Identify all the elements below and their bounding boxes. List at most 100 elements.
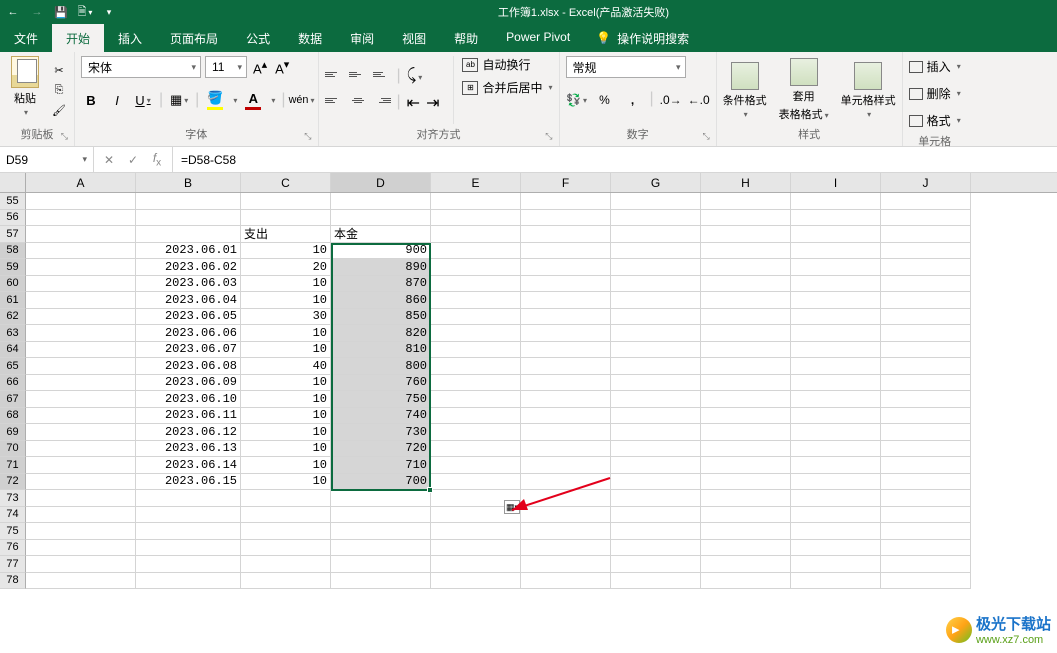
cell-I75[interactable]: [791, 523, 881, 540]
cell-C74[interactable]: [241, 507, 331, 524]
cell-C63[interactable]: 10: [241, 325, 331, 342]
cell-C65[interactable]: 40: [241, 358, 331, 375]
cell-G64[interactable]: [611, 342, 701, 359]
cell-C70[interactable]: 10: [241, 441, 331, 458]
cell-F65[interactable]: [521, 358, 611, 375]
cell-J65[interactable]: [881, 358, 971, 375]
cell-F63[interactable]: [521, 325, 611, 342]
cell-E70[interactable]: [431, 441, 521, 458]
arrow-left-icon[interactable]: ←: [6, 5, 20, 19]
cell-G78[interactable]: [611, 573, 701, 590]
cell-B61[interactable]: 2023.06.04: [136, 292, 241, 309]
cell-I70[interactable]: [791, 441, 881, 458]
cell-B71[interactable]: 2023.06.14: [136, 457, 241, 474]
cell-J62[interactable]: [881, 309, 971, 326]
cell-F61[interactable]: [521, 292, 611, 309]
cell-A73[interactable]: [26, 490, 136, 507]
cut-button[interactable]: ✂: [50, 62, 68, 78]
cell-J68[interactable]: [881, 408, 971, 425]
cell-A71[interactable]: [26, 457, 136, 474]
cell-J57[interactable]: [881, 226, 971, 243]
save-icon[interactable]: 💾: [54, 5, 68, 19]
decrease-indent-button[interactable]: ⇤: [407, 93, 420, 113]
row-header-73[interactable]: 73: [0, 490, 26, 507]
cell-A68[interactable]: [26, 408, 136, 425]
cell-D72[interactable]: 700: [331, 474, 431, 491]
cell-J64[interactable]: [881, 342, 971, 359]
cell-H73[interactable]: [701, 490, 791, 507]
cell-B55[interactable]: [136, 193, 241, 210]
cell-I64[interactable]: [791, 342, 881, 359]
align-middle-button[interactable]: [349, 67, 367, 81]
cell-E62[interactable]: [431, 309, 521, 326]
tab-formulas[interactable]: 公式: [232, 24, 284, 52]
cell-A55[interactable]: [26, 193, 136, 210]
cell-C56[interactable]: [241, 210, 331, 227]
arrow-right-icon[interactable]: →: [30, 5, 44, 19]
cell-B62[interactable]: 2023.06.05: [136, 309, 241, 326]
cell-F56[interactable]: [521, 210, 611, 227]
cell-D63[interactable]: 820: [331, 325, 431, 342]
cell-G67[interactable]: [611, 391, 701, 408]
cell-A70[interactable]: [26, 441, 136, 458]
fill-handle[interactable]: [427, 487, 433, 493]
cell-E56[interactable]: [431, 210, 521, 227]
cell-styles-button[interactable]: 单元格样式▾: [841, 62, 896, 119]
cell-C57[interactable]: 支出: [241, 226, 331, 243]
cell-I65[interactable]: [791, 358, 881, 375]
cell-E67[interactable]: [431, 391, 521, 408]
col-header-H[interactable]: H: [701, 173, 791, 192]
cell-B59[interactable]: 2023.06.02: [136, 259, 241, 276]
cell-D62[interactable]: 850: [331, 309, 431, 326]
cell-B69[interactable]: 2023.06.12: [136, 424, 241, 441]
cell-I66[interactable]: [791, 375, 881, 392]
cell-H60[interactable]: [701, 276, 791, 293]
cell-F58[interactable]: [521, 243, 611, 260]
cell-F69[interactable]: [521, 424, 611, 441]
cell-G77[interactable]: [611, 556, 701, 573]
enter-formula-button[interactable]: ✓: [126, 153, 140, 167]
cell-F68[interactable]: [521, 408, 611, 425]
cell-H64[interactable]: [701, 342, 791, 359]
comma-button[interactable]: ,: [622, 90, 644, 110]
format-cells-button[interactable]: 格式▾: [909, 110, 961, 131]
cell-H63[interactable]: [701, 325, 791, 342]
cell-J77[interactable]: [881, 556, 971, 573]
cell-D64[interactable]: 810: [331, 342, 431, 359]
cell-B56[interactable]: [136, 210, 241, 227]
cell-B72[interactable]: 2023.06.15: [136, 474, 241, 491]
format-painter-button[interactable]: 🖌: [50, 102, 68, 118]
cell-I67[interactable]: [791, 391, 881, 408]
accounting-format-button[interactable]: 💱▾: [566, 90, 588, 110]
fx-button[interactable]: fx: [150, 151, 164, 168]
cell-H68[interactable]: [701, 408, 791, 425]
paste-button[interactable]: 粘贴 ▾: [6, 56, 44, 124]
cell-I63[interactable]: [791, 325, 881, 342]
phonetic-button[interactable]: wén▾: [292, 90, 312, 110]
col-header-G[interactable]: G: [611, 173, 701, 192]
cell-B76[interactable]: [136, 540, 241, 557]
cell-I76[interactable]: [791, 540, 881, 557]
tab-powerpivot[interactable]: Power Pivot: [492, 24, 584, 52]
cell-D73[interactable]: [331, 490, 431, 507]
cell-I59[interactable]: [791, 259, 881, 276]
cell-B63[interactable]: 2023.06.06: [136, 325, 241, 342]
cell-I71[interactable]: [791, 457, 881, 474]
row-header-68[interactable]: 68: [0, 408, 26, 425]
cell-A66[interactable]: [26, 375, 136, 392]
cell-A63[interactable]: [26, 325, 136, 342]
row-header-72[interactable]: 72: [0, 474, 26, 491]
cell-D69[interactable]: 730: [331, 424, 431, 441]
cell-H72[interactable]: [701, 474, 791, 491]
align-right-button[interactable]: [373, 93, 391, 107]
cell-B75[interactable]: [136, 523, 241, 540]
cell-D67[interactable]: 750: [331, 391, 431, 408]
qat-customize-icon[interactable]: ▾: [102, 5, 116, 19]
cell-J63[interactable]: [881, 325, 971, 342]
col-header-I[interactable]: I: [791, 173, 881, 192]
cell-G56[interactable]: [611, 210, 701, 227]
cell-B78[interactable]: [136, 573, 241, 590]
row-header-61[interactable]: 61: [0, 292, 26, 309]
cell-F60[interactable]: [521, 276, 611, 293]
cell-E76[interactable]: [431, 540, 521, 557]
